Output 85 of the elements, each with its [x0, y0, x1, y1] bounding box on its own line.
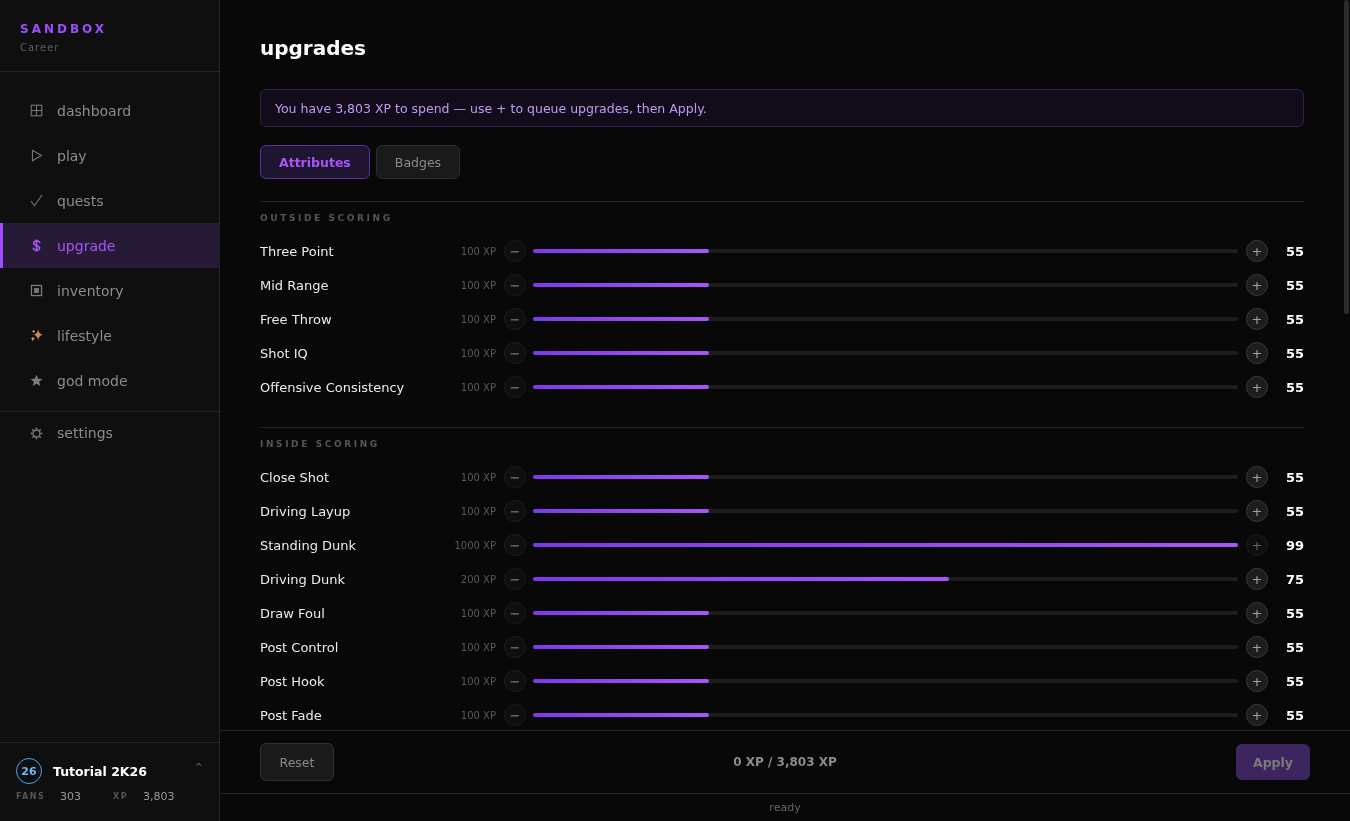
info-banner: You have 3,803 XP to spend — use + to queue upgrades, then Apply. — [260, 89, 1304, 127]
attribute-value: 55 — [1284, 673, 1304, 689]
stat-label: XP — [113, 792, 129, 801]
collapse-toggle[interactable]: ^ — [192, 762, 205, 774]
cost-label: 100 XP — [459, 279, 496, 291]
stat-value: 3,803 — [143, 790, 175, 803]
increase-button[interactable]: + — [1246, 466, 1268, 488]
increase-button[interactable]: + — [1246, 308, 1268, 330]
reset-button[interactable]: Reset — [260, 743, 334, 781]
attribute-value: 55 — [1284, 469, 1304, 485]
cost-label: 100 XP — [459, 607, 496, 619]
stat-value: 303 — [60, 790, 81, 803]
nav-item[interactable]: play — [0, 133, 219, 178]
increase-button[interactable]: + — [1246, 240, 1268, 262]
nav-item[interactable]: upgrade — [0, 223, 219, 268]
cost-label: 100 XP — [459, 245, 496, 257]
cost-label: 100 XP — [459, 347, 496, 359]
page-title: upgrades — [260, 35, 366, 62]
cost-label: 1000 XP — [453, 539, 496, 551]
sparkles-icon — [30, 329, 43, 342]
nav-item[interactable]: dashboard — [0, 88, 219, 133]
nav-item[interactable]: god mode — [0, 358, 219, 403]
increase-button[interactable]: + — [1246, 342, 1268, 364]
nav-item[interactable]: quests — [0, 178, 219, 223]
status-text: ready — [769, 801, 801, 814]
tab[interactable]: Badges — [375, 145, 461, 179]
nav-item[interactable]: lifestyle — [0, 313, 219, 358]
attribute-name: Offensive Consistency — [260, 379, 406, 395]
attribute-name: Post Fade — [260, 707, 323, 723]
increase-button[interactable]: + — [1246, 376, 1268, 398]
attribute-value: 55 — [1284, 243, 1304, 259]
section-heading: INSIDE SCORING — [260, 438, 380, 450]
dollar-icon — [30, 239, 43, 252]
attribute-value: 99 — [1284, 537, 1304, 553]
attribute-value: 55 — [1284, 605, 1304, 621]
cost-label: 100 XP — [459, 709, 496, 721]
cost-label: 100 XP — [459, 505, 496, 517]
increase-button[interactable]: + — [1246, 274, 1268, 296]
scrollbar-thumb[interactable] — [1344, 0, 1349, 314]
increase-button[interactable]: + — [1246, 670, 1268, 692]
square-icon — [30, 284, 43, 297]
section-heading: OUTSIDE SCORING — [260, 212, 393, 224]
increase-button[interactable]: + — [1246, 568, 1268, 590]
nav-item[interactable]: settings — [0, 412, 219, 454]
attribute-name: Free Throw — [260, 311, 333, 327]
attribute-value: 55 — [1284, 707, 1304, 723]
cost-label: 100 XP — [459, 675, 496, 687]
attribute-name: Driving Dunk — [260, 571, 346, 587]
brand-subtitle: Career — [20, 42, 60, 54]
increase-button[interactable]: + — [1246, 704, 1268, 726]
brand-title: SANDBOX — [20, 21, 108, 37]
gear-icon — [30, 426, 43, 440]
attribute-value: 55 — [1284, 311, 1304, 327]
check-icon — [30, 194, 43, 207]
star-icon — [30, 374, 43, 387]
attribute-name: Draw Foul — [260, 605, 326, 621]
grid-icon — [30, 104, 43, 117]
attribute-name: Post Hook — [260, 673, 326, 689]
tab[interactable]: Attributes — [260, 145, 370, 179]
attribute-value: 55 — [1284, 639, 1304, 655]
increase-button[interactable]: + — [1246, 500, 1268, 522]
stat-label: FANS — [16, 792, 46, 801]
attribute-name: Three Point — [260, 243, 335, 259]
increase-button[interactable]: + — [1246, 602, 1268, 624]
nav-item[interactable]: inventory — [0, 268, 219, 313]
play-icon — [30, 149, 43, 162]
attribute-name: Standing Dunk — [260, 537, 358, 553]
attribute-name: Post Control — [260, 639, 340, 655]
attribute-name: Shot IQ — [260, 345, 309, 361]
attribute-value: 75 — [1284, 571, 1304, 587]
attribute-name: Driving Layup — [260, 503, 352, 519]
cost-label: 100 XP — [459, 641, 496, 653]
cost-label: 100 XP — [459, 471, 496, 483]
attribute-value: 55 — [1284, 379, 1304, 395]
profile-name: Tutorial 2K26 — [53, 763, 147, 779]
cost-label: 100 XP — [459, 381, 496, 393]
attribute-value: 55 — [1284, 503, 1304, 519]
attribute-value: 55 — [1284, 277, 1304, 293]
attribute-name: Close Shot — [260, 469, 331, 485]
increase-button[interactable]: + — [1246, 636, 1268, 658]
cost-label: 200 XP — [459, 573, 496, 585]
cost-label: 100 XP — [459, 313, 496, 325]
attribute-value: 55 — [1284, 345, 1304, 361]
attribute-name: Mid Range — [260, 277, 330, 293]
xp-total: 0 XP / 3,803 XP — [733, 755, 837, 769]
